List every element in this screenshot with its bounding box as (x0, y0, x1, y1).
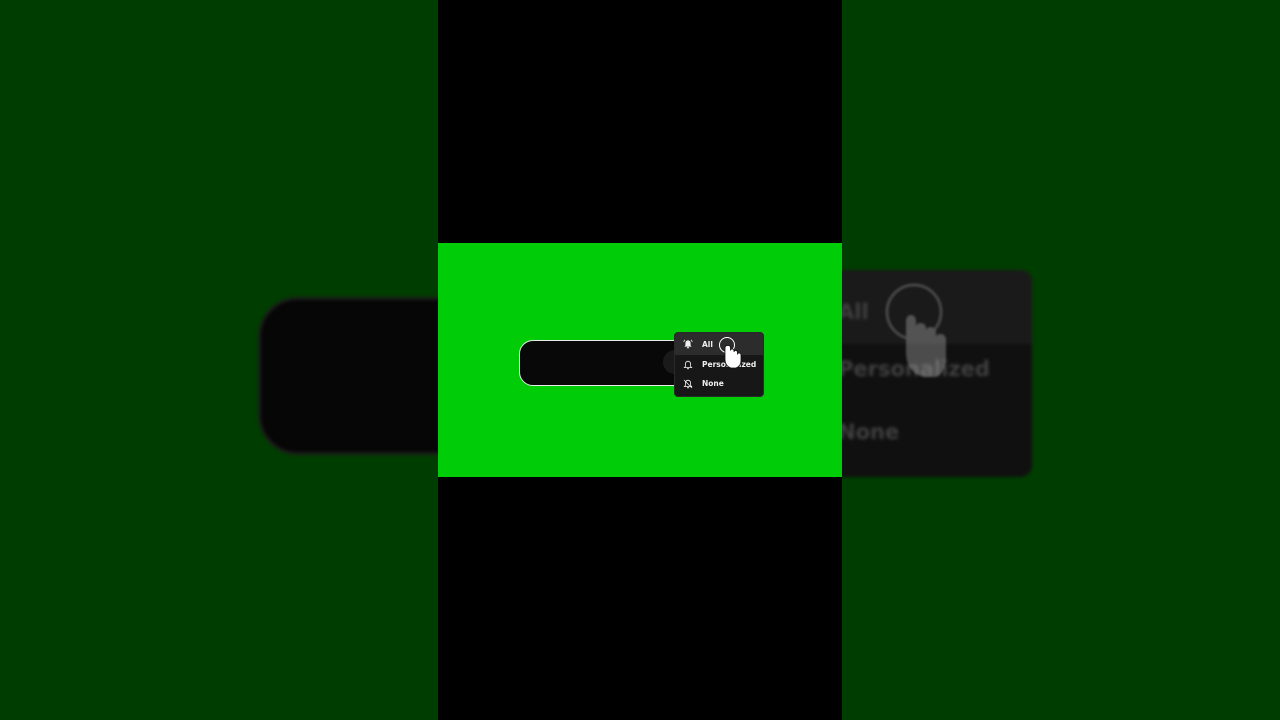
bell-icon (683, 360, 693, 370)
bell-ringing-icon (683, 339, 693, 349)
video-frame: All Personalized (438, 0, 842, 720)
menu-item-label: None (702, 379, 724, 388)
green-screen: All Personalized (438, 243, 842, 477)
menu-item-none[interactable]: None (675, 374, 763, 393)
hand-cursor-icon (719, 337, 742, 369)
backdrop-menu-label: None (838, 420, 900, 444)
backdrop-menu-label: All (838, 300, 869, 324)
video-stage: All Personalized None (0, 0, 1280, 720)
menu-item-label: All (702, 339, 713, 349)
bell-off-icon (683, 379, 693, 389)
backdrop-hand-cursor-icon (885, 283, 946, 377)
